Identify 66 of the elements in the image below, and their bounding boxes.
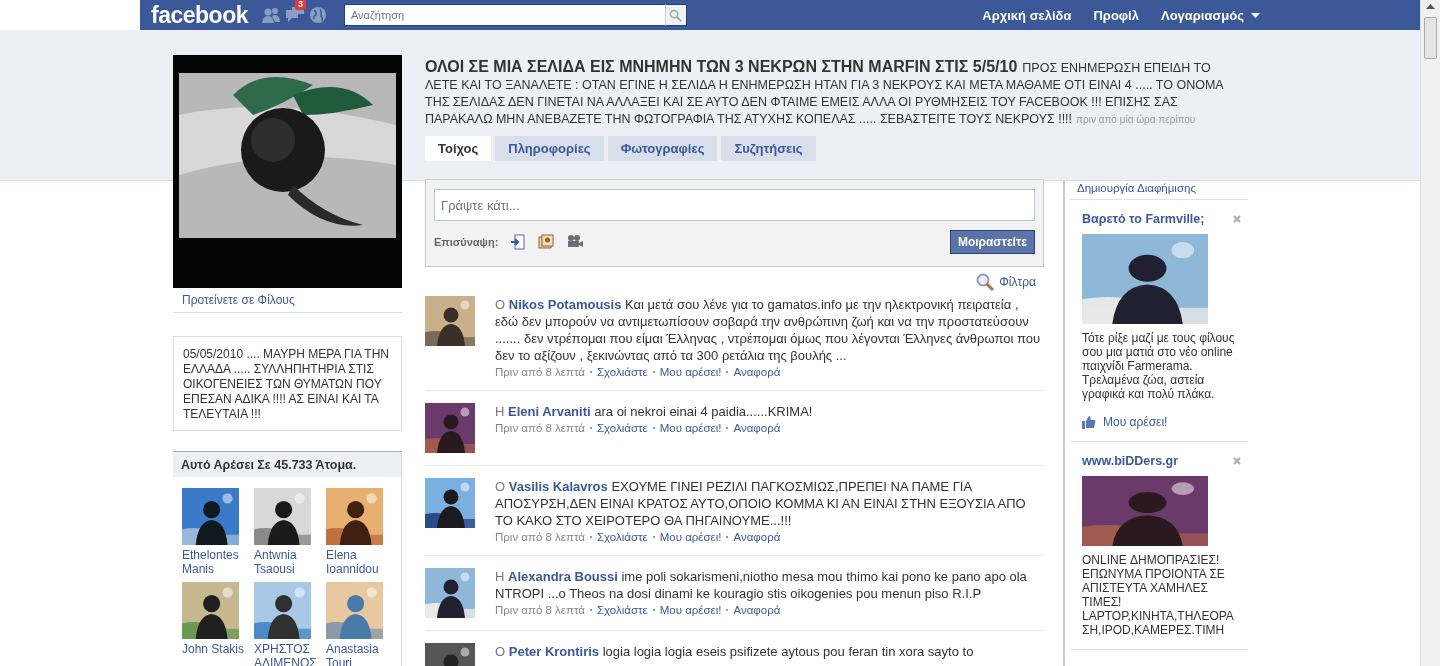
post-text: Η Eleni Arvaniti ara oi nekroi einai 4 paidia......KRIMA! — [495, 403, 814, 420]
scroll-up-icon[interactable] — [1426, 4, 1435, 9]
scrollbar-thumb[interactable] — [1424, 17, 1437, 59]
filter-link[interactable]: Φίλτρα — [999, 275, 1036, 289]
nav-link[interactable]: Αρχική σελίδα — [982, 7, 1072, 23]
post-time: Πριν από 8 λεπτά — [495, 604, 585, 616]
ad-text: ONLINE ΔΗΜΟΠΡΑΣΙΕΣ! ΕΠΩΝΥΜΑ ΠΡΟΙΟΝΤΑ ΣΕ ΑΠΙΣΤΕΥΤΑ ΧΑΜΗΛΕΣ ΤΙΜΕΣ! LAPTOP,ΚΙΝΗΤΑ,ΤΗΛΕΟΡΑΣΗ,IPOD,ΚΑΜΕΡΕΣ.ΤΙΜΗ — [1082, 553, 1235, 637]
post-action-link[interactable]: Σχολιάστε — [596, 422, 648, 434]
post-action-link[interactable]: Αναφορά — [733, 531, 781, 543]
person-name-link[interactable]: Elena Ioannidou — [326, 548, 396, 576]
search-button[interactable] — [665, 4, 687, 26]
attach-label: Επισύναψη: — [434, 236, 499, 248]
post-time: Πριν από 8 λεπτά — [495, 531, 585, 543]
tab[interactable]: Πληροφορίες — [495, 136, 604, 161]
nav-link[interactable]: Προφίλ — [1093, 7, 1139, 23]
status-input[interactable]: Γράψτε κάτι... — [434, 189, 1035, 221]
post-time: Πριν από 8 λεπτά — [495, 422, 585, 434]
photo-icon[interactable] — [538, 234, 555, 250]
ad-text: Τότε ρίξε μαζί με τους φίλους σου μια ματιά στο νέο online παιχνίδι Farmerama. Τρελαμένα ζώα, αστεία γραφικά και πολύ πλάκα. — [1082, 331, 1236, 401]
author-link[interactable]: Nikos Potamousis — [508, 297, 622, 312]
like-link[interactable]: Μου αρέσει! — [1103, 415, 1168, 429]
post-action-link[interactable]: Αναφορά — [733, 366, 781, 378]
friends-icon[interactable] — [262, 7, 280, 23]
suggest-to-friends-link[interactable]: Προτείνετε σε Φίλους — [173, 288, 402, 313]
tab[interactable]: Τοίχος — [425, 136, 492, 161]
share-button[interactable]: Μοιραστείτε — [949, 230, 1035, 254]
video-camera-icon[interactable] — [566, 234, 585, 250]
facebook-logo[interactable]: facebook — [151, 1, 248, 29]
post-text: Ο Peter Krontiris logia logia logia eseis psifizete aytous pou feran tin xora sayto to — [495, 643, 975, 660]
post-action-link[interactable]: Αναφορά — [733, 604, 781, 616]
post-action-link[interactable]: Μου αρέσει! — [659, 531, 722, 543]
ad-title-link[interactable]: Βαρετό το Farmville; — [1082, 212, 1205, 226]
page-headline: ΟΛΟΙ ΣΕ ΜΙΑ ΣΕΛΙΔΑ ΕΙΣ ΜΝΗΜΗΝ ΤΩΝ 3 ΝΕΚΡΩΝ ΣΤΗΝ MARFIN ΣΤΙΣ 5/5/10 ΠΡΟΣ ΕΝΗΜΕΡΩΣΗ ΕΠΕΙΔΗ ΤΟ ΛΕΤΕ ΚΑΙ ΤΟ ΞΑΝΑΛΕΤΕ : ΟΤΑΝ ΕΓΙΝΕ Η ΣΕΛΙΔΑ Η ΕΝΗΜΕΡΩΣΗ ΗΤΑΝ ΓΙΑ 3 ΝΕΚΡΟΥΣ ΚΑΙ ΜΕΤΑ ΜΑΘΑΜΕ ΟΤΙ ΕΙΝΑΙ 4 ..... ΤΟ ΟΝΟΜΑ ΤΗΣ ΣΕΛΙΔΑΣ ΔΕΝ ΓΙΝΕΤΑΙ ΝΑ ΑΛΛΑΞΕΙ ΚΑΙ ΣΕ ΑΥΤΟ ΔΕΝ ΦΤΑΙΜΕ ΕΜΕΙΣ ΑΛΛΑ ΟΙ ΡΥΘΜΗΣΕΙΣ ΤΟΥ FACEBOOK !!! ΕΠΙΣΗΣ ΣΑΣ ΠΑΡΑΚΑΛΩ ΜΗΝ ΑΝΕΒΑΖΕΤΕ ΤΗΝ ΦΩΤΟΓΡΑΦΙΑ ΤΗΣ ΑΤΥΧΗΣ ΚΟΠΕΛΑΣ ..... ΣΕΒΑΣΤΕΙΤΕ ΤΟΥΣ ΝΕΚΡΟΥΣ !!!! πριν από μία ώρα περίπου — [425, 58, 1225, 128]
post-text: Ο Nikos Potamousis Και μετά σου λένε για το gamatos.info με την ηλεκτρονική πειρατεία , εδώ δεν μπορούν να αντιμετωπίσουν σοβαρά την ανθρώπινη ζωή και να την προστατεύσουν ....... δεν ντρέπομαι που είμαι Έλληνας , ντρέπομαι όμως που λέγονται Έλληνες άνθρωποι που δεν το αξίζουν , ξεκινώντας από τα 300 ρετάλια της βουλής ... — [495, 296, 1042, 364]
author-link[interactable]: Alexandra Boussi — [508, 569, 618, 584]
post-action-link[interactable]: Μου αρέσει! — [659, 422, 722, 434]
author-link[interactable]: Eleni Arvaniti — [508, 404, 591, 419]
post-action-link[interactable]: Σχολιάστε — [596, 366, 648, 378]
search-icon — [669, 8, 683, 22]
post-text: Η Alexandra Boussi ime poli sokarismeni,niotho mesa mou thimo kai pono ke pano apo ola NTROPI ...o Theos na dosi dinami ke kouragio stis oikogenies pou menun piso R.I.P — [495, 568, 1028, 602]
post-action-link[interactable]: Σχολιάστε — [596, 531, 648, 543]
person-name-link[interactable]: Antwnia Tsaousi — [254, 548, 324, 576]
thumbs-up-icon[interactable] — [1082, 415, 1096, 429]
post-text: Ο Vasilis Kalavros ΕΧΟΥΜΕ ΓΙΝΕΙ ΡΕΖΙΛΙ ΠΑΓΚΟΣΜΙΩΣ,ΠΡΕΠΕΙ ΝΑ ΠΑΜΕ ΓΙΑ ΑΠΟΣΥΡΣΗ,ΔΕΝ ΕΙΝΑΙ ΚΡΑΤΟΣ ΑΥΤΟ,ΟΠΟΙΟ ΚΟΜΜΑ ΚΙ ΑΝ ΕΙΝΑΙ ΣΤΗΝ ΕΞΟΥΣΙΑ ΑΠΟ ΤΟ ΚΑΚΟ ΣΤΟ ΧΕΙΡΟΤΕΡΟ ΘΑ ΠΗΓΑΙΝΟΥΜΕ...!!! — [495, 478, 1027, 529]
ad-title-link[interactable]: www.biDDers.gr — [1082, 454, 1179, 468]
tab[interactable]: Φωτογραφίες — [607, 136, 718, 161]
post-action-link[interactable]: Αναφορά — [733, 422, 781, 434]
scrollbar[interactable] — [1420, 0, 1440, 666]
nav-link[interactable]: Λογαριασμός — [1160, 7, 1260, 23]
post-action-link[interactable]: Μου αρέσει! — [659, 366, 722, 378]
notification-badge: 3 — [295, 0, 306, 10]
person-name-link[interactable]: Ethelontes Manis — [182, 548, 252, 576]
link-icon[interactable] — [510, 234, 527, 250]
globe-icon[interactable] — [310, 7, 326, 23]
person-name-link[interactable]: John Stakis — [182, 642, 252, 656]
post-action-link[interactable]: Σχολιάστε — [596, 604, 648, 616]
magnifier-icon[interactable] — [976, 273, 995, 291]
create-ad-link[interactable]: Δημιουργία Διαφήμισης — [1070, 180, 1248, 200]
info-text: 05/05/2010 .... ΜΑΥΡΗ ΜΕΡΑ ΓΙΑ ΤΗΝ ΕΛΛΑΔΑ ..... ΣΥΛΛΗΠΗΤΗΡΙΑ ΣΤΙΣ ΟΙΚΟΓΕΝΕΙΕΣ ΤΩΝ ΘΥΜΑΤΩΝ ΠΟΥ ΕΠΕΣΑΝ ΑΔΙΚΑ !!!! ΑΣ ΕΙΝΑΙ ΚΑΙ ΤΑ ΤΕΛΕΥΤΑΙΑ !!! — [183, 347, 390, 421]
post-time: Πριν από 8 λεπτά — [495, 366, 585, 378]
author-link[interactable]: Vasilis Kalavros — [508, 479, 608, 494]
tab[interactable]: Συζητήσεις — [721, 136, 816, 161]
likes-title: Αυτό Αρέσει Σε 45.733 Άτομα. — [173, 452, 401, 477]
search-field[interactable]: Αναζήτηση — [344, 4, 665, 26]
post-action-link[interactable]: Μου αρέσει! — [659, 604, 722, 616]
author-link[interactable]: Peter Krontiris — [508, 644, 600, 659]
